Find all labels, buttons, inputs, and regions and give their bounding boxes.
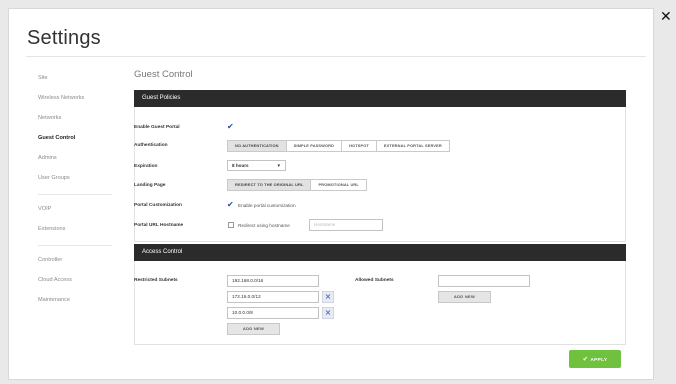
- add-restricted-subnet-button[interactable]: ADD NEW: [227, 323, 280, 335]
- sidebar-item-voip[interactable]: VOIP: [38, 205, 114, 225]
- restricted-subnet-input[interactable]: 10.0.0.0/8: [227, 307, 319, 319]
- segment-option[interactable]: EXTERNAL PORTAL SERVER: [376, 141, 449, 151]
- allowed-subnets-label: Allowed Subnets: [355, 278, 394, 283]
- enable-guest-portal-checkbox[interactable]: ✔: [227, 123, 234, 131]
- title-divider: [26, 56, 646, 57]
- sidebar-item-networks[interactable]: Networks: [38, 114, 114, 134]
- sidebar-item-maintenance[interactable]: Maintenance: [38, 296, 114, 316]
- access-control-header: Access Control: [134, 244, 626, 261]
- expiration-value: 8 hours: [232, 163, 249, 168]
- allowed-subnet-input[interactable]: [438, 275, 530, 287]
- sidebar-divider: [38, 245, 112, 246]
- apply-label: APPLY: [590, 358, 608, 363]
- sidebar-item-site[interactable]: Site: [38, 74, 114, 94]
- settings-sidebar: Site Wireless Networks Networks Guest Contr…: [38, 74, 114, 316]
- landing-page-label: Landing Page: [134, 183, 166, 188]
- restricted-subnets-label: Restricted Subnets: [134, 278, 178, 283]
- sidebar-item-wireless-networks[interactable]: Wireless Networks: [38, 94, 114, 114]
- expiration-label: Expiration: [134, 164, 158, 169]
- segment-option[interactable]: REDIRECT TO THE ORIGINAL URL: [228, 180, 312, 190]
- portal-customization-label: Portal Customization: [134, 203, 182, 208]
- portal-customization-checkbox[interactable]: ✔: [227, 201, 234, 209]
- guest-policies-header: Guest Policies: [134, 90, 626, 107]
- sidebar-item-guest-control[interactable]: Guest Control: [38, 134, 114, 154]
- authentication-label: Authentication: [134, 143, 168, 148]
- enable-guest-portal-label: Enable Guest Portal: [134, 125, 180, 130]
- segment-option[interactable]: NO AUTHENTICATION: [228, 141, 287, 151]
- sidebar-group: VOIP Extensions: [38, 205, 114, 245]
- redirect-hostname-checkbox[interactable]: [228, 222, 234, 228]
- apply-button[interactable]: ✔ APPLY: [569, 350, 621, 368]
- sidebar-item-controller[interactable]: Controller: [38, 256, 114, 276]
- authentication-segmented-control: NO AUTHENTICATION SIMPLE PASSWORD HOTSPOT E…: [227, 140, 450, 152]
- checkmark-icon: ✔: [582, 355, 589, 363]
- sidebar-divider: [38, 194, 112, 195]
- sidebar-item-admins[interactable]: Admins: [38, 154, 114, 174]
- add-allowed-subnet-button[interactable]: ADD NEW: [438, 291, 491, 303]
- sidebar-group: Controller Cloud Access Maintenance: [38, 256, 114, 316]
- segment-option[interactable]: PROMOTIONAL URL: [311, 180, 366, 190]
- sidebar-item-extensions[interactable]: Extensions: [38, 225, 114, 245]
- chevron-down-icon: ▼: [276, 163, 281, 168]
- sidebar-item-cloud-access[interactable]: Cloud Access: [38, 276, 114, 296]
- landing-page-segmented-control: REDIRECT TO THE ORIGINAL URL PROMOTIONAL …: [227, 179, 367, 191]
- sidebar-group: Site Wireless Networks Networks Guest Contr…: [38, 74, 114, 194]
- portal-url-hostname-label: Portal URL Hostname: [134, 223, 184, 228]
- redirect-hostname-text: Redirect using hostname: [238, 223, 290, 228]
- hostname-input[interactable]: Hostname: [309, 219, 383, 231]
- remove-subnet-icon[interactable]: ×: [322, 307, 334, 319]
- restricted-subnet-input[interactable]: 192.168.0.0/16: [227, 275, 319, 287]
- close-icon[interactable]: ✕: [660, 10, 672, 24]
- expiration-select[interactable]: 8 hours ▼: [227, 160, 286, 171]
- remove-subnet-icon[interactable]: ×: [322, 291, 334, 303]
- portal-customization-text: Enable portal customization: [238, 203, 296, 208]
- segment-option[interactable]: HOTSPOT: [342, 141, 377, 151]
- dialog-title: Settings: [27, 27, 101, 49]
- section-title: Guest Control: [134, 69, 193, 80]
- access-control-panel: [134, 261, 626, 345]
- restricted-subnet-input[interactable]: 172.16.0.0/12: [227, 291, 319, 303]
- segment-option[interactable]: SIMPLE PASSWORD: [286, 141, 343, 151]
- sidebar-item-user-groups[interactable]: User Groups: [38, 174, 114, 194]
